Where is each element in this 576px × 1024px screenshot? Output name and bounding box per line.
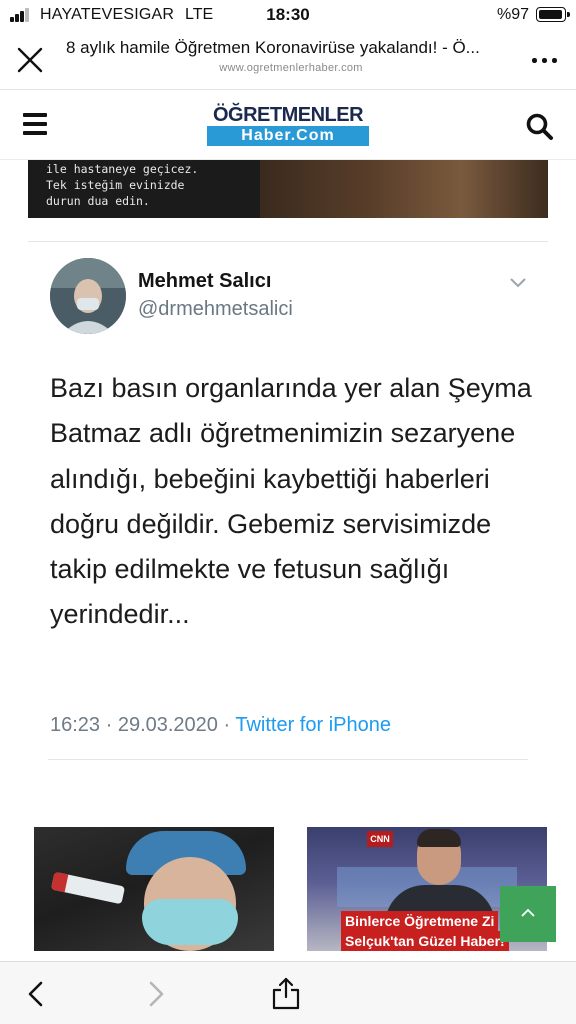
tweet-timestamp[interactable]: 16:23 · 29.03.2020 · [50, 714, 235, 736]
channel-logo: CNN [367, 831, 393, 847]
browser-header: 8 aylık hamile Öğretmen Koronavirüse yak… [0, 30, 576, 90]
related-article-card[interactable] [34, 827, 274, 951]
tweet-text: Bazı basın organlarında yer alan Şeyma B… [50, 373, 532, 630]
tweet-author-name[interactable]: Mehmet Salıcı [138, 270, 271, 293]
embedded-tweet: Mehmet Salıcı @drmehmetsalici Bazı basın… [28, 241, 548, 763]
share-button[interactable] [270, 976, 302, 1010]
tweet-author-handle[interactable]: @drmehmetsalici [138, 298, 293, 321]
face-mask [142, 899, 238, 945]
search-icon [526, 113, 553, 140]
search-button[interactable] [525, 112, 555, 142]
site-logo[interactable]: ÖĞRETMENLER Haber.Com [207, 104, 369, 146]
close-icon [17, 47, 43, 73]
person-hair [417, 829, 461, 847]
headline-line-1: Binlerce Öğretmene Zi [341, 911, 499, 931]
image-caption: ile hastaneye geçicez. Tek isteğim evini… [46, 162, 199, 208]
article-photo [260, 160, 548, 218]
tweet-source-link[interactable]: Twitter for iPhone [235, 714, 391, 736]
back-button[interactable] [24, 980, 48, 1008]
tweet-menu-button[interactable] [509, 276, 527, 288]
test-tube-icon [50, 871, 126, 905]
more-horizontal-icon [532, 58, 537, 63]
chevron-up-icon [521, 908, 535, 917]
headline-line-2: Selçuk'tan Güzel Haber! [341, 931, 509, 951]
tweet-divider [48, 759, 528, 760]
more-options-button[interactable] [530, 50, 560, 70]
page-url: www.ogretmenlerhaber.com [219, 62, 363, 74]
close-button[interactable] [14, 44, 46, 76]
hamburger-icon[interactable] [23, 113, 47, 135]
scroll-to-top-button[interactable] [500, 886, 556, 942]
avatar[interactable] [50, 258, 126, 334]
status-bar: HAYATEVESIGAR LTE 18:30 %97 [0, 0, 576, 30]
status-time: 18:30 [266, 5, 310, 24]
share-icon [272, 977, 300, 1010]
page-title: 8 aylık hamile Öğretmen Koronavirüse yak… [66, 38, 480, 57]
battery-percent: %97 [497, 6, 530, 23]
battery-icon [536, 7, 570, 22]
site-header: ÖĞRETMENLER Haber.Com [0, 90, 576, 160]
chevron-down-icon [510, 278, 526, 288]
forward-button[interactable] [144, 980, 168, 1008]
browser-toolbar [0, 961, 576, 1024]
chevron-right-icon [149, 981, 164, 1007]
logo-text-bottom: Haber.Com [207, 126, 369, 146]
tweet-meta: 16:23 · 29.03.2020 · Twitter for iPhone [50, 714, 391, 737]
logo-text-top: ÖĞRETMENLER [212, 104, 364, 126]
article-image: ile hastaneye geçicez. Tek isteğim evini… [28, 160, 548, 218]
chevron-left-icon [28, 981, 43, 1007]
